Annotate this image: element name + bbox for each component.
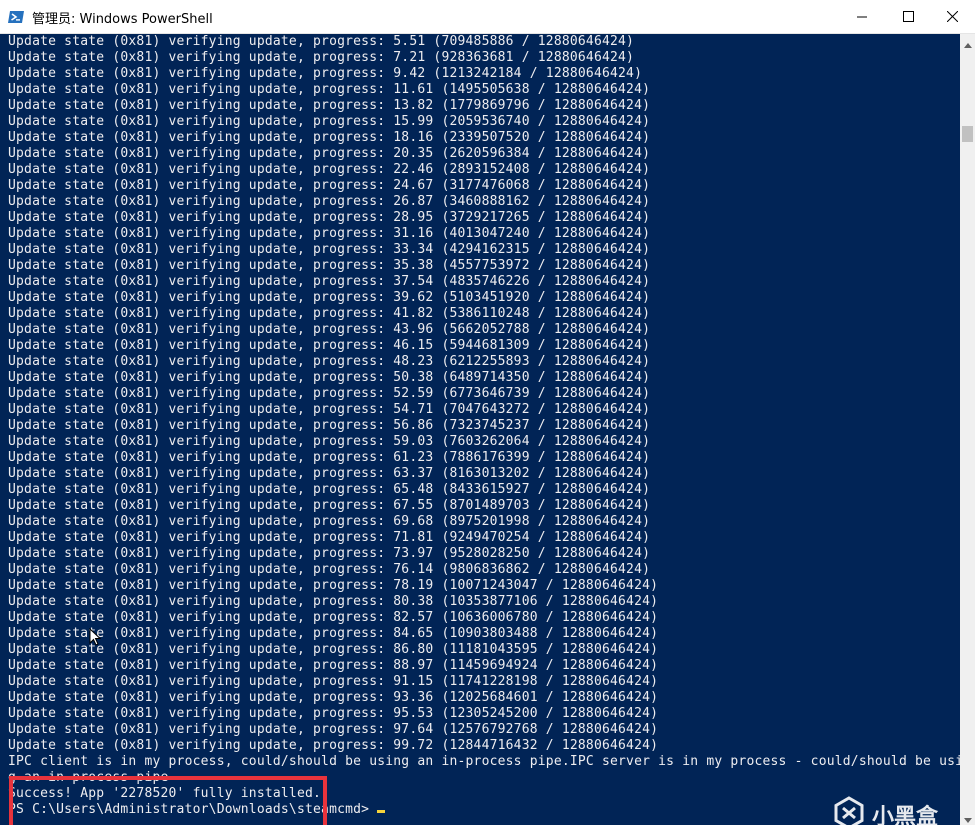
console-line: Update state (0x81) verifying update, pr… bbox=[8, 578, 659, 593]
chevron-up-icon bbox=[963, 33, 972, 52]
console-line: Update state (0x81) verifying update, pr… bbox=[8, 450, 651, 465]
scroll-down-button[interactable] bbox=[960, 809, 975, 825]
minimize-button[interactable] bbox=[839, 0, 885, 33]
close-button[interactable] bbox=[929, 0, 975, 33]
console-line: Update state (0x81) verifying update, pr… bbox=[8, 482, 651, 497]
console-line: Update state (0x81) verifying update, pr… bbox=[8, 434, 651, 449]
console-line: Update state (0x81) verifying update, pr… bbox=[8, 194, 651, 209]
console-line: Update state (0x81) verifying update, pr… bbox=[8, 738, 659, 753]
console-line: Update state (0x81) verifying update, pr… bbox=[8, 162, 651, 177]
maximize-icon bbox=[902, 7, 914, 26]
console-line: Update state (0x81) verifying update, pr… bbox=[8, 322, 651, 337]
console-line: Update state (0x81) verifying update, pr… bbox=[8, 642, 659, 657]
console-line: Update state (0x81) verifying update, pr… bbox=[8, 82, 651, 97]
console-line: Update state (0x81) verifying update, pr… bbox=[8, 98, 651, 113]
console-line: Update state (0x81) verifying update, pr… bbox=[8, 178, 651, 193]
xiaoheihe-logo-icon bbox=[832, 796, 866, 825]
console-line: Update state (0x81) verifying update, pr… bbox=[8, 674, 659, 689]
console-line: Update state (0x81) verifying update, pr… bbox=[8, 274, 651, 289]
console-line: Update state (0x81) verifying update, pr… bbox=[8, 594, 659, 609]
console-line: Update state (0x81) verifying update, pr… bbox=[8, 610, 659, 625]
console-line: Update state (0x81) verifying update, pr… bbox=[8, 706, 659, 721]
maximize-button[interactable] bbox=[885, 0, 931, 33]
close-icon bbox=[946, 7, 958, 26]
console-line: Update state (0x81) verifying update, pr… bbox=[8, 66, 643, 81]
console-line: Update state (0x81) verifying update, pr… bbox=[8, 562, 651, 577]
console-line: Update state (0x81) verifying update, pr… bbox=[8, 722, 659, 737]
console-line: Update state (0x81) verifying update, pr… bbox=[8, 258, 651, 273]
chevron-down-icon bbox=[963, 808, 972, 827]
console-line: Update state (0x81) verifying update, pr… bbox=[8, 354, 651, 369]
console-line: Update state (0x81) verifying update, pr… bbox=[8, 146, 651, 161]
console-line: Update state (0x81) verifying update, pr… bbox=[8, 498, 651, 513]
minimize-icon bbox=[857, 7, 867, 26]
window-title: 管理员: Windows PowerShell bbox=[32, 12, 213, 27]
console-line: Update state (0x81) verifying update, pr… bbox=[8, 210, 651, 225]
title-bar[interactable]: 管理员: Windows PowerShell bbox=[0, 0, 975, 34]
powershell-icon bbox=[8, 9, 24, 23]
console-line: Update state (0x81) verifying update, pr… bbox=[8, 242, 651, 257]
mouse-pointer-icon bbox=[89, 627, 102, 650]
console-text: Update state (0x81) verifying update, pr… bbox=[0, 34, 960, 818]
console-line: Update state (0x81) verifying update, pr… bbox=[8, 466, 651, 481]
watermark-text: 小黑盒 bbox=[872, 805, 939, 825]
console-line: Update state (0x81) verifying update, pr… bbox=[8, 530, 651, 545]
console-line: Update state (0x81) verifying update, pr… bbox=[8, 370, 651, 385]
console-line: Update state (0x81) verifying update, pr… bbox=[8, 114, 651, 129]
console-line: IPC client is in my process, could/shoul… bbox=[8, 754, 960, 769]
console-line: Update state (0x81) verifying update, pr… bbox=[8, 386, 651, 401]
scroll-up-button[interactable] bbox=[960, 34, 975, 50]
console-line: Update state (0x81) verifying update, pr… bbox=[8, 338, 651, 353]
console-line: Update state (0x81) verifying update, pr… bbox=[8, 306, 651, 321]
text-cursor bbox=[377, 810, 386, 813]
scroll-thumb[interactable] bbox=[962, 126, 973, 142]
console-line: Update state (0x81) verifying update, pr… bbox=[8, 690, 659, 705]
console-line: Update state (0x81) verifying update, pr… bbox=[8, 34, 635, 49]
console-line: Update state (0x81) verifying update, pr… bbox=[8, 418, 651, 433]
console-line: Update state (0x81) verifying update, pr… bbox=[8, 514, 651, 529]
console-line: Update state (0x81) verifying update, pr… bbox=[8, 226, 651, 241]
console-line: Update state (0x81) verifying update, pr… bbox=[8, 658, 659, 673]
console-line: Update state (0x81) verifying update, pr… bbox=[8, 626, 659, 641]
console-output[interactable]: Update state (0x81) verifying update, pr… bbox=[0, 34, 960, 825]
console-line: Update state (0x81) verifying update, pr… bbox=[8, 290, 651, 305]
watermark: 小黑盒 bbox=[832, 796, 939, 825]
console-line: Update state (0x81) verifying update, pr… bbox=[8, 50, 635, 65]
console-line: Update state (0x81) verifying update, pr… bbox=[8, 130, 651, 145]
vertical-scrollbar[interactable] bbox=[960, 34, 975, 825]
console-line: Update state (0x81) verifying update, pr… bbox=[8, 402, 651, 417]
highlight-annotation bbox=[9, 776, 327, 825]
console-line: Update state (0x81) verifying update, pr… bbox=[8, 546, 651, 561]
